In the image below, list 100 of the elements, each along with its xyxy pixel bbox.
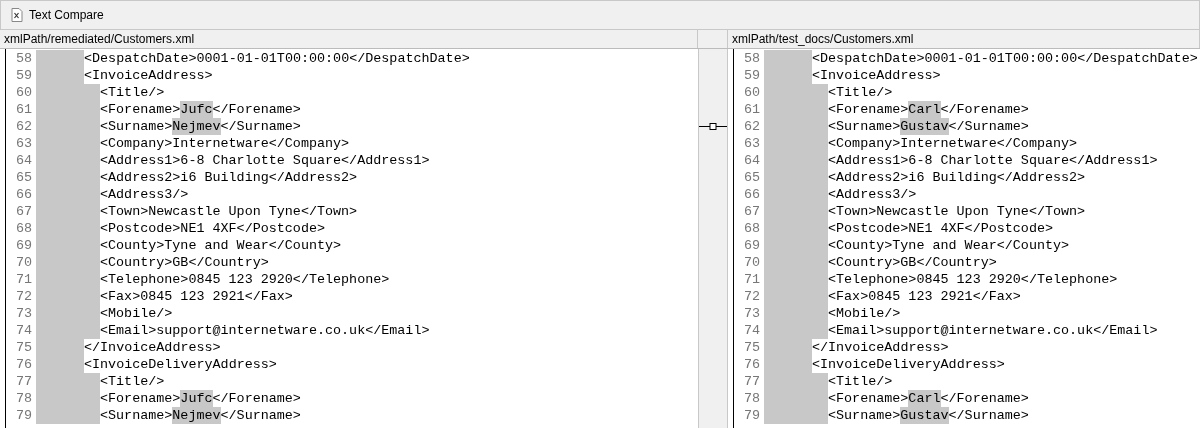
line-number: 78 xyxy=(14,391,33,406)
code-text: </Surname> xyxy=(948,407,1029,424)
code-text: <Telephone>0845 123 2920</Telephone> xyxy=(828,271,1118,288)
line-number: 74 xyxy=(14,323,33,338)
changed-text: Carl xyxy=(908,101,941,118)
code-text: <InvoiceAddress> xyxy=(84,67,213,84)
code-text: <Fax>0845 123 2921</Fax> xyxy=(828,288,1021,305)
window-title: Text Compare xyxy=(29,8,104,22)
line-number: 70 xyxy=(14,255,33,270)
changed-text: Gustav xyxy=(900,118,949,135)
line-number: 61 xyxy=(742,102,761,117)
line-number: 68 xyxy=(14,221,33,236)
code-text: <Address1>6-8 Charlotte Square</Address1> xyxy=(100,152,430,169)
code-text: <Forename> xyxy=(828,101,909,118)
line-number: 75 xyxy=(14,340,33,355)
code-text: </Surname> xyxy=(220,407,301,424)
line-number: 59 xyxy=(742,68,761,83)
code-text: <Surname> xyxy=(100,407,173,424)
file-path: xmlPath/remediated/Customers.xml xyxy=(4,32,195,46)
line-number: 71 xyxy=(742,272,761,287)
code-text: <Postcode>NE1 4XF</Postcode> xyxy=(100,220,325,237)
line-number: 73 xyxy=(14,306,33,321)
line-number: 78 xyxy=(742,391,761,406)
code-text: <Forename> xyxy=(100,390,181,407)
code-text: <DespatchDate>0001-01-01T00:00:00</DespatchDate> xyxy=(812,50,1198,67)
line-number: 58 xyxy=(14,51,33,66)
line-number: 77 xyxy=(742,374,761,389)
line-number: 70 xyxy=(742,255,761,270)
line-number: 67 xyxy=(14,204,33,219)
line-number: 69 xyxy=(742,238,761,253)
code-text: </Forename> xyxy=(940,390,1029,407)
code-text: <Address1>6-8 Charlotte Square</Address1> xyxy=(828,152,1158,169)
line-number: 75 xyxy=(742,340,761,355)
line-number: 73 xyxy=(742,306,761,321)
line-number: 72 xyxy=(742,289,761,304)
code-text: <InvoiceDeliveryAddress> xyxy=(812,356,1005,373)
code-text: <Email>support@internetware.co.uk</Email> xyxy=(828,322,1158,339)
line-number: 58 xyxy=(742,51,761,66)
code-text: <Address2>i6 Building</Address2> xyxy=(100,169,358,186)
code-text: </Forename> xyxy=(212,101,301,118)
code-text: <Surname> xyxy=(100,118,173,135)
code-text: <Address3/> xyxy=(828,186,917,203)
line-number: 79 xyxy=(742,408,761,423)
line-number: 76 xyxy=(742,357,761,372)
code-text: <Mobile/> xyxy=(100,305,173,322)
code-text: <Surname> xyxy=(828,118,901,135)
code-text: </Surname> xyxy=(948,118,1029,135)
code-text: <Address2>i6 Building</Address2> xyxy=(828,169,1086,186)
line-number: 64 xyxy=(742,153,761,168)
line-number: 72 xyxy=(14,289,33,304)
code-text: </Surname> xyxy=(220,118,301,135)
code-text: <Forename> xyxy=(100,101,181,118)
line-number: 65 xyxy=(14,170,33,185)
code-text: <Company>Internetware</Company> xyxy=(828,135,1078,152)
code-text: <Mobile/> xyxy=(828,305,901,322)
code-text: <InvoiceAddress> xyxy=(812,67,941,84)
line-number: 68 xyxy=(742,221,761,236)
code-text: </InvoiceAddress> xyxy=(812,339,949,356)
code-text: </Forename> xyxy=(212,390,301,407)
changed-text: Nejmev xyxy=(172,118,221,135)
code-text: <Title/> xyxy=(828,84,893,101)
line-number: 77 xyxy=(14,374,33,389)
line-number: 61 xyxy=(14,102,33,117)
code-text: <Town>Newcastle Upon Tyne</Town> xyxy=(100,203,358,220)
changed-text: Jufc xyxy=(180,390,213,407)
code-text: <Address3/> xyxy=(100,186,189,203)
code-text: <Fax>0845 123 2921</Fax> xyxy=(100,288,293,305)
line-number: 69 xyxy=(14,238,33,253)
changed-text: Carl xyxy=(908,390,941,407)
line-number: 65 xyxy=(742,170,761,185)
line-number: 60 xyxy=(742,85,761,100)
line-number: 60 xyxy=(14,85,33,100)
line-number: 64 xyxy=(14,153,33,168)
code-text: <Title/> xyxy=(100,373,165,390)
code-text: <Title/> xyxy=(100,84,165,101)
file-path: xmlPath/test_docs/Customers.xml xyxy=(732,32,914,46)
line-number: 62 xyxy=(742,119,761,134)
line-number: 59 xyxy=(14,68,33,83)
code-text: <Postcode>NE1 4XF</Postcode> xyxy=(828,220,1053,237)
line-number: 74 xyxy=(742,323,761,338)
line-number: 66 xyxy=(14,187,33,202)
changed-text: Jufc xyxy=(180,101,213,118)
code-text: </InvoiceAddress> xyxy=(84,339,221,356)
changed-text: Gustav xyxy=(900,407,949,424)
line-number: 62 xyxy=(14,119,33,134)
line-number: 66 xyxy=(742,187,761,202)
line-number: 63 xyxy=(742,136,761,151)
code-text: <DespatchDate>0001-01-01T00:00:00</DespatchDate> xyxy=(84,50,470,67)
xml-file-icon xyxy=(11,8,23,22)
code-text: <Telephone>0845 123 2920</Telephone> xyxy=(100,271,390,288)
code-text: <Forename> xyxy=(828,390,909,407)
code-text: <County>Tyne and Wear</County> xyxy=(828,237,1070,254)
line-number: 67 xyxy=(742,204,761,219)
code-text: </Forename> xyxy=(940,101,1029,118)
code-text: <Town>Newcastle Upon Tyne</Town> xyxy=(828,203,1086,220)
line-number: 71 xyxy=(14,272,33,287)
code-text: <Company>Internetware</Company> xyxy=(100,135,350,152)
code-text: <Country>GB</Country> xyxy=(100,254,269,271)
code-text: <County>Tyne and Wear</County> xyxy=(100,237,342,254)
line-number: 79 xyxy=(14,408,33,423)
